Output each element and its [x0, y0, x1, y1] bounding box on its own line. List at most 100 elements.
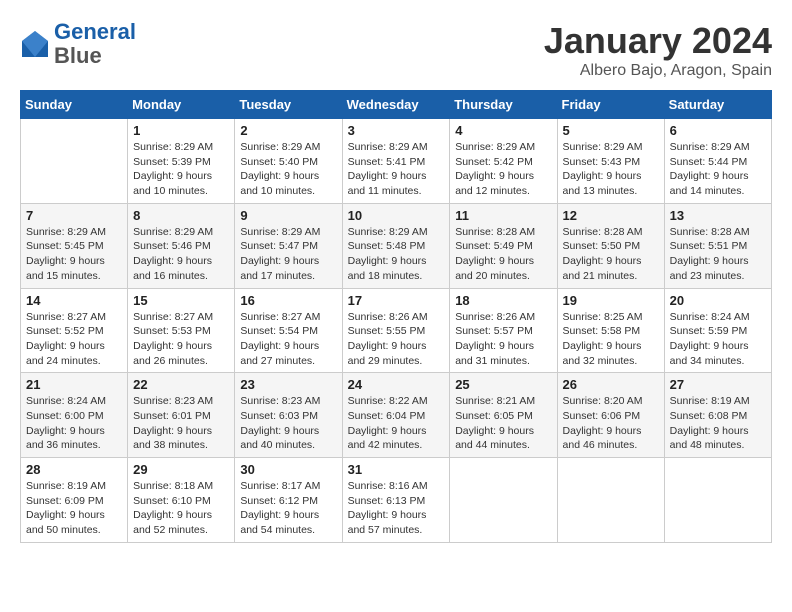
- calendar-cell: [450, 458, 557, 543]
- day-info: Sunrise: 8:21 AMSunset: 6:05 PMDaylight:…: [455, 394, 551, 453]
- logo: General Blue: [20, 20, 136, 68]
- day-info: Sunrise: 8:26 AMSunset: 5:55 PMDaylight:…: [348, 310, 445, 369]
- day-number: 7: [26, 208, 122, 223]
- calendar-cell: 4 Sunrise: 8:29 AMSunset: 5:42 PMDaylight…: [450, 119, 557, 204]
- calendar-cell: 14 Sunrise: 8:27 AMSunset: 5:52 PMDayligh…: [21, 288, 128, 373]
- day-number: 4: [455, 123, 551, 138]
- calendar-cell: 15 Sunrise: 8:27 AMSunset: 5:53 PMDayligh…: [128, 288, 235, 373]
- day-number: 14: [26, 293, 122, 308]
- calendar-cell: 9 Sunrise: 8:29 AMSunset: 5:47 PMDaylight…: [235, 203, 342, 288]
- calendar-cell: 24 Sunrise: 8:22 AMSunset: 6:04 PMDayligh…: [342, 373, 450, 458]
- calendar-cell: 8 Sunrise: 8:29 AMSunset: 5:46 PMDaylight…: [128, 203, 235, 288]
- calendar-cell: 30 Sunrise: 8:17 AMSunset: 6:12 PMDayligh…: [235, 458, 342, 543]
- calendar-cell: [21, 119, 128, 204]
- day-number: 22: [133, 377, 229, 392]
- calendar-cell: 7Sunrise: 8:29 AMSunset: 5:45 PMDaylight…: [21, 203, 128, 288]
- day-info: Sunrise: 8:24 AMSunset: 5:59 PMDaylight:…: [670, 310, 766, 369]
- calendar-cell: 17 Sunrise: 8:26 AMSunset: 5:55 PMDayligh…: [342, 288, 450, 373]
- day-info: Sunrise: 8:19 AMSunset: 6:09 PMDaylight:…: [26, 479, 122, 538]
- day-info: Sunrise: 8:18 AMSunset: 6:10 PMDaylight:…: [133, 479, 229, 538]
- day-number: 8: [133, 208, 229, 223]
- day-info: Sunrise: 8:24 AMSunset: 6:00 PMDaylight:…: [26, 394, 122, 453]
- calendar-cell: 13 Sunrise: 8:28 AMSunset: 5:51 PMDayligh…: [664, 203, 771, 288]
- day-number: 9: [240, 208, 336, 223]
- title-section: January 2024 Albero Bajo, Aragon, Spain: [544, 20, 772, 80]
- day-number: 24: [348, 377, 445, 392]
- day-info: Sunrise: 8:20 AMSunset: 6:06 PMDaylight:…: [563, 394, 659, 453]
- calendar-cell: 20 Sunrise: 8:24 AMSunset: 5:59 PMDayligh…: [664, 288, 771, 373]
- calendar-cell: 28 Sunrise: 8:19 AMSunset: 6:09 PMDayligh…: [21, 458, 128, 543]
- day-info: Sunrise: 8:22 AMSunset: 6:04 PMDaylight:…: [348, 394, 445, 453]
- calendar-week-4: 21 Sunrise: 8:24 AMSunset: 6:00 PMDayligh…: [21, 373, 772, 458]
- calendar-cell: 12Sunrise: 8:28 AMSunset: 5:50 PMDayligh…: [557, 203, 664, 288]
- header-day-tuesday: Tuesday: [235, 91, 342, 119]
- header-day-sunday: Sunday: [21, 91, 128, 119]
- calendar-cell: 22 Sunrise: 8:23 AMSunset: 6:01 PMDayligh…: [128, 373, 235, 458]
- header-day-wednesday: Wednesday: [342, 91, 450, 119]
- day-number: 21: [26, 377, 122, 392]
- calendar-cell: 1 Sunrise: 8:29 AMSunset: 5:39 PMDaylight…: [128, 119, 235, 204]
- calendar-header-row: SundayMondayTuesdayWednesdayThursdayFrid…: [21, 91, 772, 119]
- calendar-week-2: 7Sunrise: 8:29 AMSunset: 5:45 PMDaylight…: [21, 203, 772, 288]
- day-number: 27: [670, 377, 766, 392]
- day-info: Sunrise: 8:17 AMSunset: 6:12 PMDaylight:…: [240, 479, 336, 538]
- day-info: Sunrise: 8:19 AMSunset: 6:08 PMDaylight:…: [670, 394, 766, 453]
- day-number: 30: [240, 462, 336, 477]
- day-number: 10: [348, 208, 445, 223]
- header-day-monday: Monday: [128, 91, 235, 119]
- calendar-cell: 21 Sunrise: 8:24 AMSunset: 6:00 PMDayligh…: [21, 373, 128, 458]
- calendar-cell: 26 Sunrise: 8:20 AMSunset: 6:06 PMDayligh…: [557, 373, 664, 458]
- calendar-cell: 25 Sunrise: 8:21 AMSunset: 6:05 PMDayligh…: [450, 373, 557, 458]
- day-number: 28: [26, 462, 122, 477]
- day-info: Sunrise: 8:23 AMSunset: 6:03 PMDaylight:…: [240, 394, 336, 453]
- day-number: 2: [240, 123, 336, 138]
- day-number: 5: [563, 123, 659, 138]
- day-number: 17: [348, 293, 445, 308]
- day-info: Sunrise: 8:27 AMSunset: 5:52 PMDaylight:…: [26, 310, 122, 369]
- day-info: Sunrise: 8:29 AMSunset: 5:39 PMDaylight:…: [133, 140, 229, 199]
- month-title: January 2024: [544, 20, 772, 62]
- calendar-week-1: 1 Sunrise: 8:29 AMSunset: 5:39 PMDaylight…: [21, 119, 772, 204]
- day-number: 15: [133, 293, 229, 308]
- calendar-cell: 19 Sunrise: 8:25 AMSunset: 5:58 PMDayligh…: [557, 288, 664, 373]
- day-number: 19: [563, 293, 659, 308]
- day-number: 6: [670, 123, 766, 138]
- day-number: 11: [455, 208, 551, 223]
- calendar-cell: [557, 458, 664, 543]
- day-info: Sunrise: 8:28 AMSunset: 5:51 PMDaylight:…: [670, 225, 766, 284]
- day-info: Sunrise: 8:29 AMSunset: 5:42 PMDaylight:…: [455, 140, 551, 199]
- calendar-cell: 11 Sunrise: 8:28 AMSunset: 5:49 PMDayligh…: [450, 203, 557, 288]
- day-number: 25: [455, 377, 551, 392]
- day-info: Sunrise: 8:29 AMSunset: 5:46 PMDaylight:…: [133, 225, 229, 284]
- day-info: Sunrise: 8:27 AMSunset: 5:54 PMDaylight:…: [240, 310, 336, 369]
- day-info: Sunrise: 8:27 AMSunset: 5:53 PMDaylight:…: [133, 310, 229, 369]
- day-info: Sunrise: 8:23 AMSunset: 6:01 PMDaylight:…: [133, 394, 229, 453]
- day-number: 20: [670, 293, 766, 308]
- calendar-cell: 27 Sunrise: 8:19 AMSunset: 6:08 PMDayligh…: [664, 373, 771, 458]
- day-number: 26: [563, 377, 659, 392]
- calendar-cell: 10 Sunrise: 8:29 AMSunset: 5:48 PMDayligh…: [342, 203, 450, 288]
- day-info: Sunrise: 8:29 AMSunset: 5:43 PMDaylight:…: [563, 140, 659, 199]
- day-number: 29: [133, 462, 229, 477]
- day-info: Sunrise: 8:25 AMSunset: 5:58 PMDaylight:…: [563, 310, 659, 369]
- day-info: Sunrise: 8:29 AMSunset: 5:44 PMDaylight:…: [670, 140, 766, 199]
- logo-text: General Blue: [54, 20, 136, 68]
- calendar-week-5: 28 Sunrise: 8:19 AMSunset: 6:09 PMDayligh…: [21, 458, 772, 543]
- day-number: 1: [133, 123, 229, 138]
- calendar-cell: 2Sunrise: 8:29 AMSunset: 5:40 PMDaylight…: [235, 119, 342, 204]
- header-day-friday: Friday: [557, 91, 664, 119]
- day-info: Sunrise: 8:28 AMSunset: 5:49 PMDaylight:…: [455, 225, 551, 284]
- day-number: 31: [348, 462, 445, 477]
- header-day-saturday: Saturday: [664, 91, 771, 119]
- day-number: 12: [563, 208, 659, 223]
- calendar-cell: 3 Sunrise: 8:29 AMSunset: 5:41 PMDaylight…: [342, 119, 450, 204]
- logo-icon: [20, 29, 50, 59]
- day-info: Sunrise: 8:29 AMSunset: 5:41 PMDaylight:…: [348, 140, 445, 199]
- day-info: Sunrise: 8:29 AMSunset: 5:48 PMDaylight:…: [348, 225, 445, 284]
- day-number: 13: [670, 208, 766, 223]
- calendar-cell: 18Sunrise: 8:26 AMSunset: 5:57 PMDayligh…: [450, 288, 557, 373]
- day-info: Sunrise: 8:29 AMSunset: 5:47 PMDaylight:…: [240, 225, 336, 284]
- calendar-cell: 29 Sunrise: 8:18 AMSunset: 6:10 PMDayligh…: [128, 458, 235, 543]
- day-number: 3: [348, 123, 445, 138]
- header-day-thursday: Thursday: [450, 91, 557, 119]
